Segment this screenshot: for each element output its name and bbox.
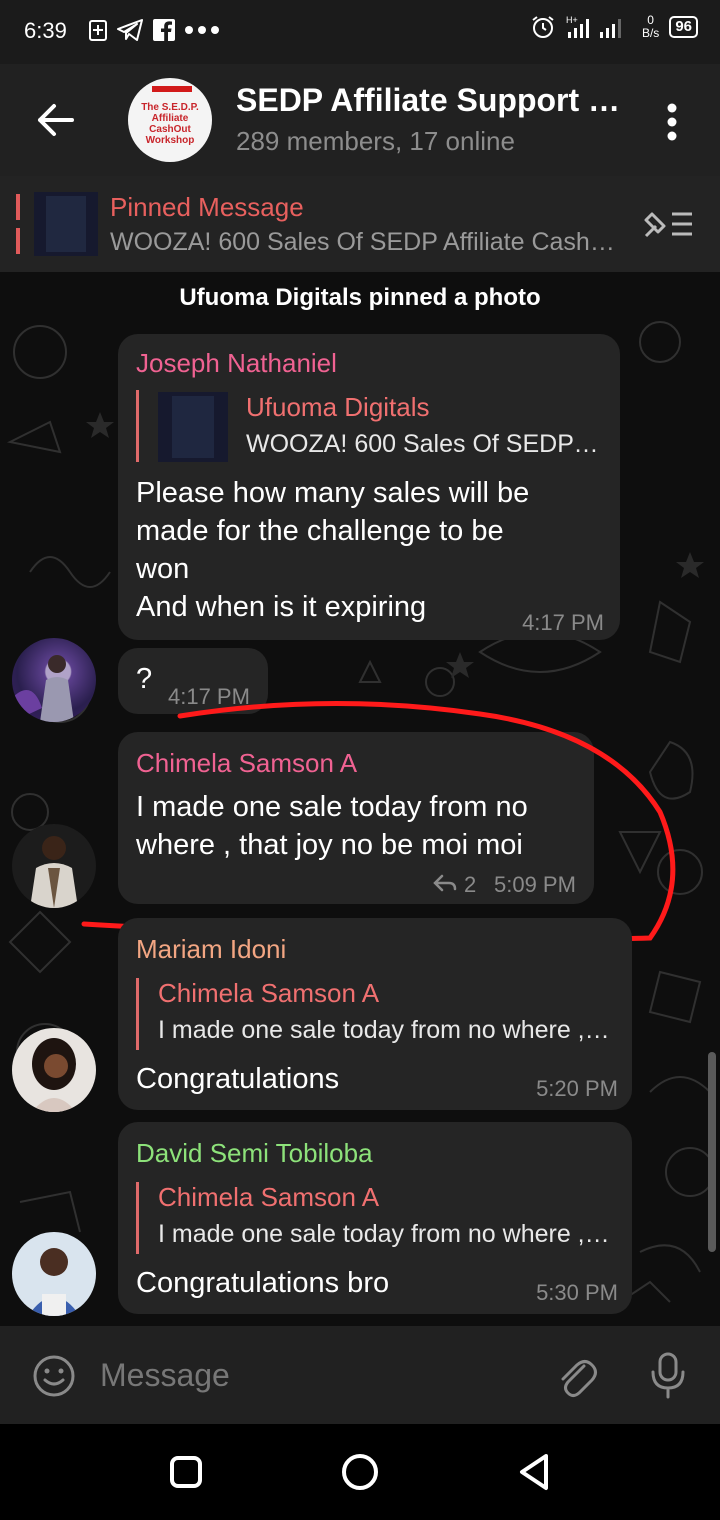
back-icon[interactable] <box>514 1450 558 1494</box>
attach-icon[interactable] <box>554 1352 598 1400</box>
message-input-bar <box>0 1326 720 1424</box>
home-icon[interactable] <box>338 1450 382 1494</box>
more-dots-icon <box>185 26 219 34</box>
message-sender[interactable]: Mariam Idoni <box>136 934 286 965</box>
pinned-title: Pinned Message <box>110 192 304 222</box>
scrollbar[interactable] <box>708 1052 716 1252</box>
avatar-text-line: CashOut <box>149 124 191 135</box>
reply-indicator <box>136 1182 140 1254</box>
status-notification-icons <box>88 18 220 42</box>
message-time: 5:20 PM <box>536 1076 618 1101</box>
network-speed-unit: B/s <box>641 26 660 40</box>
avatar-text-line: Affiliate <box>151 113 189 124</box>
avatar-text-line: Workshop <box>145 135 195 146</box>
message-time: 5:30 PM <box>536 1280 618 1305</box>
reply-text[interactable]: I made one sale today from no where , th… <box>158 1016 614 1045</box>
reply-sender[interactable]: Chimela Samson A <box>158 1182 379 1213</box>
avatar-figure <box>28 1248 80 1316</box>
status-bar: 6:39 H+ 0 B/s 96 <box>0 0 720 64</box>
recent-apps-icon[interactable] <box>164 1450 208 1494</box>
chat-header: The S.E.D.P. Affiliate CashOut Workshop … <box>0 64 720 176</box>
svg-text:H+: H+ <box>566 15 578 25</box>
signal-icon: H+ <box>566 15 621 38</box>
reply-indicator <box>136 978 140 1050</box>
chat-area[interactable]: Ufuoma Digitals pinned a photo Joseph Na… <box>0 272 720 1326</box>
system-nav-bar <box>0 1424 720 1520</box>
message-sender[interactable]: David Semi Tobiloba <box>136 1138 373 1169</box>
reply-sender[interactable]: Chimela Samson A <box>158 978 379 1009</box>
telegram-icon <box>117 19 143 41</box>
pinned-text: WOOZA! 600 Sales Of SEDP Affiliate CashO… <box>110 228 625 256</box>
microphone-icon[interactable] <box>648 1350 688 1400</box>
group-member-count: 289 members, 17 online <box>236 126 515 156</box>
avatar-stripe <box>152 86 192 92</box>
status-system-icons: H+ 0 B/s 96 <box>530 14 698 40</box>
group-avatar[interactable]: The S.E.D.P. Affiliate CashOut Workshop <box>128 78 212 162</box>
message-text: Congratulations <box>136 1063 340 1095</box>
pinned-list-icon[interactable] <box>640 206 696 242</box>
back-arrow-icon[interactable] <box>30 100 80 140</box>
more-options-icon[interactable] <box>660 102 684 142</box>
message-bubble[interactable]: Mariam Idoni Chimela Samson A I made one… <box>118 918 632 1110</box>
alarm-icon <box>532 16 554 38</box>
message-input[interactable] <box>100 1346 530 1404</box>
avatar-text-line: The S.E.D.P. <box>141 102 199 113</box>
emoji-icon[interactable] <box>32 1354 76 1398</box>
reply-text[interactable]: I made one sale today from no where , th… <box>158 1220 614 1249</box>
battery-saver-icon <box>89 20 107 41</box>
message-bubble[interactable]: David Semi Tobiloba Chimela Samson A I m… <box>118 1122 632 1314</box>
pinned-message-bar[interactable]: Pinned Message WOOZA! 600 Sales Of SEDP … <box>0 176 720 272</box>
user-avatar[interactable] <box>12 1232 96 1316</box>
message-text: Congratulations bro <box>136 1267 390 1299</box>
pinned-thumbnail <box>34 192 98 256</box>
network-speed: 0 B/s <box>642 14 659 40</box>
user-avatar[interactable] <box>12 1028 96 1112</box>
status-time: 6:39 <box>24 18 67 43</box>
battery-indicator: 96 <box>669 16 698 38</box>
facebook-icon <box>153 19 175 41</box>
avatar-figure <box>32 1038 76 1112</box>
group-title[interactable]: SEDP Affiliate Support Group <box>236 82 636 119</box>
pinned-indicator <box>16 194 21 254</box>
